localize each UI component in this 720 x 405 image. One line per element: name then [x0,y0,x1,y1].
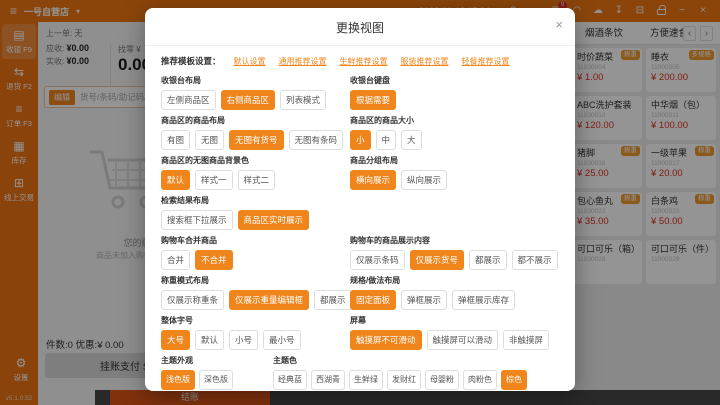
group-label: 规格/做法布局 [350,275,559,287]
option-button[interactable]: 肉粉色 [463,370,497,390]
option-button[interactable]: 仅展示货号 [410,250,465,270]
option-button[interactable]: 都展示 [469,250,507,270]
option-button[interactable]: 根据需要 [350,90,396,110]
option-button[interactable]: 小 [350,130,371,150]
preset-general[interactable]: 通用推荐设置 [279,56,327,67]
option-button[interactable]: 都展示 [314,290,352,310]
preset-light-food[interactable]: 轻餐推荐设置 [462,56,510,67]
group-label: 主题色 [273,355,559,367]
option-button[interactable]: 生鲜绿 [349,370,383,390]
option-button[interactable]: 商品区实时展示 [238,210,310,230]
group-label: 商品区的商品大小 [350,115,559,127]
preset-fresh[interactable]: 生鲜推荐设置 [340,56,388,67]
option-button[interactable]: 棕色 [501,370,527,390]
group-label: 检索结果布局 [161,195,350,207]
option-button[interactable]: 固定面板 [350,290,396,310]
option-button[interactable]: 中 [376,130,397,150]
group-label: 称重模式布局 [161,275,350,287]
option-button[interactable]: 横向展示 [350,170,396,190]
modal-title: 更换视图 [145,8,575,46]
group-label: 收银台键盘 [350,75,559,87]
option-button[interactable]: 默认 [161,170,190,190]
option-button[interactable]: 列表模式 [280,90,326,110]
group-label: 整体字号 [161,315,350,327]
option-button[interactable]: 无图有条码 [289,130,344,150]
option-button[interactable]: 右侧商品区 [221,90,276,110]
option-button[interactable]: 仅展示重量编辑框 [229,290,309,310]
option-button[interactable]: 搜索框下拉展示 [161,210,233,230]
option-button[interactable]: 弹框展示 [401,290,447,310]
option-button[interactable]: 大号 [161,330,190,350]
preset-clothing[interactable]: 服装推荐设置 [401,56,449,67]
presets-label: 推荐模板设置： [161,55,221,67]
option-button[interactable]: 仅展示条码 [350,250,405,270]
group-label: 商品区的无图商品背景色 [161,155,350,167]
option-button[interactable]: 母婴粉 [425,370,459,390]
modal-close-icon[interactable]: × [555,17,563,32]
option-button[interactable]: 样式二 [238,170,276,190]
option-button[interactable]: 合并 [161,250,190,270]
option-button[interactable]: 非触摸屏 [503,330,549,350]
pos-app: ≡ 一号自营店 ▾ 2022-01-18 17:04 ⟳ ▭ ⊞9 ◠ ☁ ↧ … [0,0,720,405]
option-button[interactable]: 纵向展示 [401,170,447,190]
option-button[interactable]: 大 [401,130,422,150]
preset-links-row: 推荐模板设置： 默认设置 通用推荐设置 生鲜推荐设置 服装推荐设置 轻餐推荐设置 [161,55,559,67]
option-button[interactable]: 西湖青 [311,370,345,390]
option-button[interactable]: 小号 [229,330,258,350]
option-button[interactable]: 发财红 [387,370,421,390]
option-button[interactable]: 不合并 [195,250,233,270]
option-button[interactable]: 默认 [195,330,224,350]
option-button[interactable]: 有图 [161,130,190,150]
group-label: 商品分组布局 [350,155,559,167]
group-label: 收银台布局 [161,75,350,87]
option-button[interactable]: 浅色版 [161,370,195,390]
change-view-modal: 更换视图 × 推荐模板设置： 默认设置 通用推荐设置 生鲜推荐设置 服装推荐设置… [145,8,575,391]
group-label: 购物车的商品展示内容 [350,235,559,247]
option-button[interactable]: 经典蓝 [273,370,307,390]
option-button[interactable]: 都不展示 [512,250,558,270]
option-button[interactable]: 弹框展示库存 [452,290,515,310]
group-label: 屏幕 [350,315,559,327]
option-button[interactable]: 无图 [195,130,224,150]
option-button[interactable]: 仅展示称重条 [161,290,224,310]
option-button[interactable]: 无图有货号 [229,130,284,150]
group-label: 购物车合并商品 [161,235,350,247]
option-button[interactable]: 触摸屏可以滑动 [427,330,499,350]
preset-default[interactable]: 默认设置 [234,56,266,67]
group-label: 主题外观 [161,355,273,367]
option-button[interactable]: 深色版 [199,370,233,390]
option-button[interactable]: 左侧商品区 [161,90,216,110]
option-button[interactable]: 触摸屏不可滑动 [350,330,422,350]
option-button[interactable]: 样式一 [195,170,233,190]
group-label: 商品区的商品布局 [161,115,350,127]
option-button[interactable]: 最小号 [263,330,301,350]
